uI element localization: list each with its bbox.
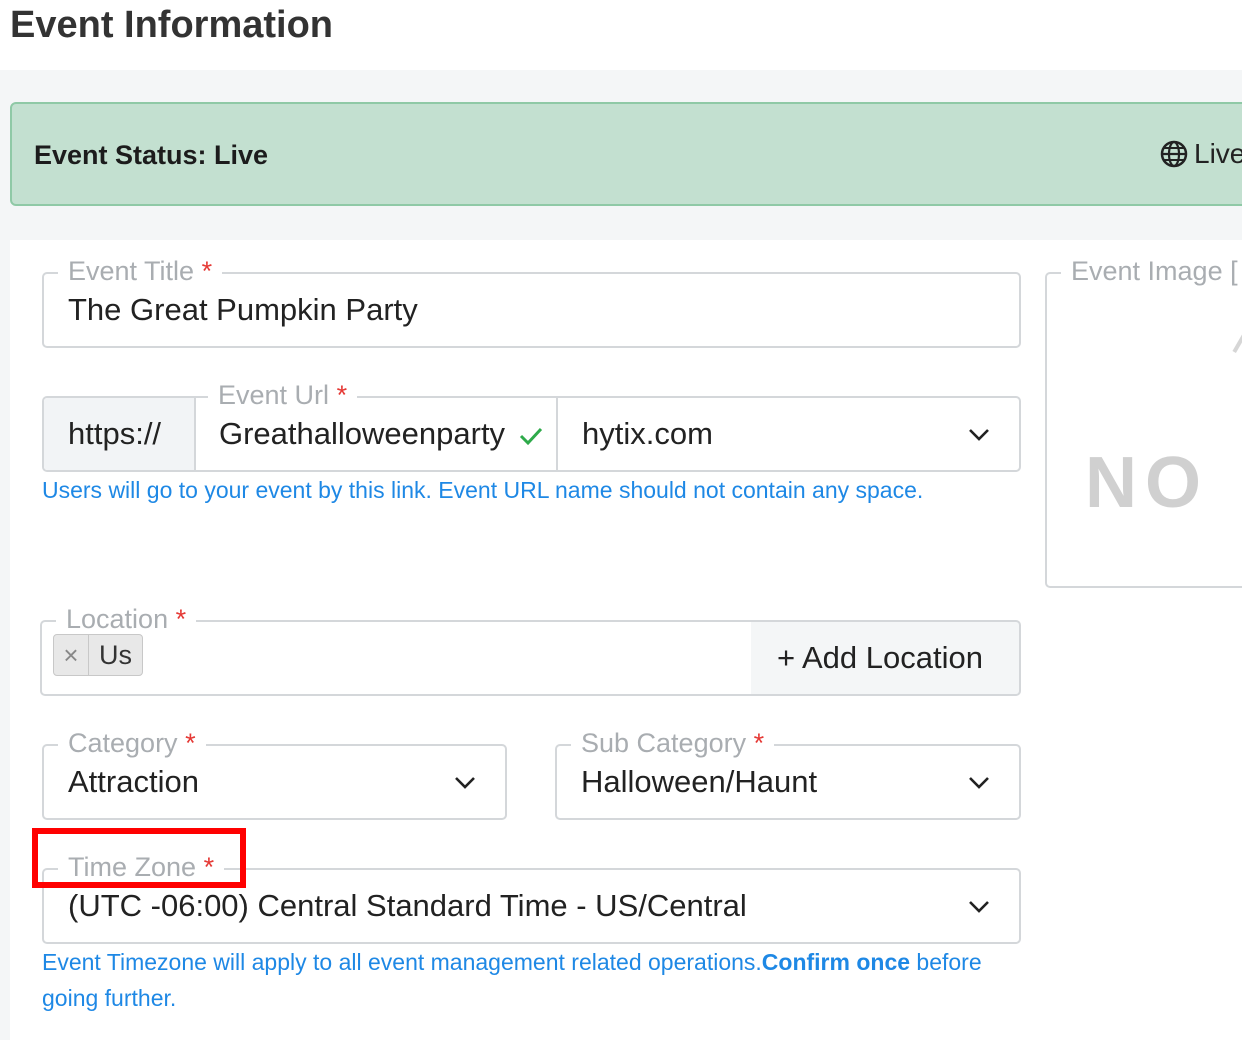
image-placeholder-text: NO bbox=[1085, 443, 1209, 523]
time-zone-help: Event Timezone will apply to all event m… bbox=[42, 949, 982, 975]
sub-category-select[interactable]: Sub Category * Halloween/Haunt bbox=[555, 726, 1021, 820]
event-image-label: Event Image [ bbox=[1061, 254, 1242, 288]
category-value: Attraction bbox=[68, 764, 199, 799]
domain-select[interactable]: hytix.com bbox=[558, 398, 1019, 470]
chevron-down-icon bbox=[969, 901, 989, 913]
time-zone-highlight-box bbox=[32, 828, 246, 888]
url-prefix: https:// bbox=[44, 398, 196, 470]
sub-category-label: Sub Category * bbox=[571, 726, 775, 760]
live-status-label: Live bbox=[1194, 138, 1242, 169]
time-zone-value: (UTC -06:00) Central Standard Time - US/… bbox=[68, 888, 747, 923]
time-zone-help-line2: going further. bbox=[42, 985, 177, 1011]
chevron-down-icon bbox=[455, 777, 475, 789]
check-icon bbox=[519, 427, 543, 446]
event-status-bar: Event Status: Live Live bbox=[10, 102, 1242, 206]
page-title: Event Information bbox=[10, 4, 334, 46]
add-location-label: + Add Location bbox=[777, 640, 983, 675]
event-url-label: Event Url * bbox=[208, 378, 358, 412]
event-image-box[interactable]: Event Image [ NO bbox=[1045, 254, 1242, 588]
event-title-label: Event Title * bbox=[58, 254, 223, 288]
event-url-help: Users will go to your event by this link… bbox=[42, 477, 924, 503]
live-status-button[interactable]: Live bbox=[1160, 138, 1242, 170]
close-icon[interactable]: × bbox=[54, 635, 89, 675]
event-url-input[interactable]: Event Url * Greathalloweenparty bbox=[194, 378, 558, 470]
event-title-value: The Great Pumpkin Party bbox=[68, 292, 418, 327]
location-tag-label: Us bbox=[99, 640, 132, 670]
category-label: Category * bbox=[58, 726, 206, 760]
chevron-down-icon bbox=[969, 777, 989, 789]
globe-icon bbox=[1160, 140, 1188, 168]
event-title-field[interactable]: Event Title * The Great Pumpkin Party bbox=[42, 254, 1021, 348]
domain-value: hytix.com bbox=[582, 416, 713, 451]
add-location-button[interactable]: + Add Location bbox=[751, 620, 1021, 696]
location-label: Location * bbox=[56, 602, 197, 636]
chevron-down-icon bbox=[969, 429, 989, 441]
location-tag: × Us bbox=[53, 634, 143, 676]
location-field[interactable]: Location * × Us bbox=[40, 602, 753, 696]
event-url-group: https:// Event Url * Greathalloweenparty… bbox=[42, 378, 1021, 472]
category-select[interactable]: Category * Attraction bbox=[42, 726, 507, 820]
image-placeholder-mark bbox=[1232, 331, 1242, 359]
event-url-value: Greathalloweenparty bbox=[219, 416, 506, 451]
sub-category-value: Halloween/Haunt bbox=[581, 764, 818, 799]
event-status-text: Event Status: Live bbox=[34, 140, 269, 170]
